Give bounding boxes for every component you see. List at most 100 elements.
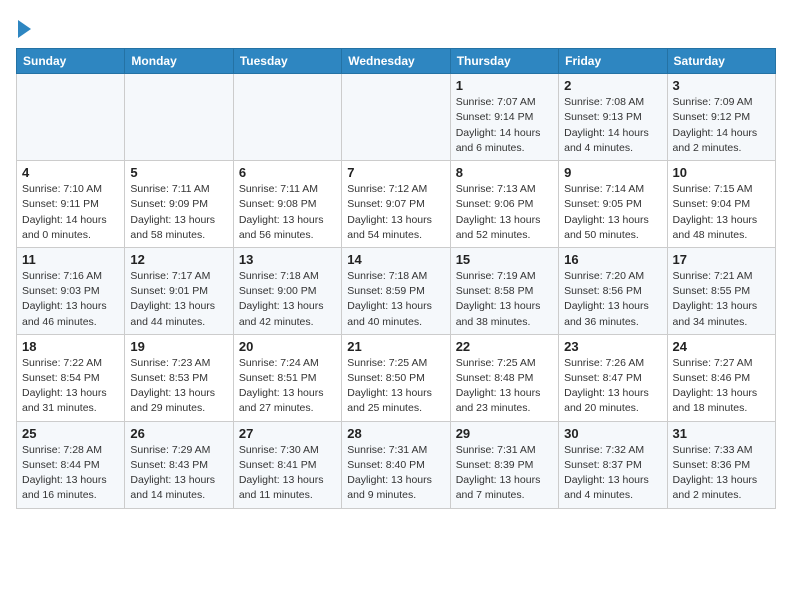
day-number: 3 (673, 78, 770, 93)
day-number: 19 (130, 339, 227, 354)
day-number: 7 (347, 165, 444, 180)
calendar-cell (17, 74, 125, 161)
day-number: 4 (22, 165, 119, 180)
header-friday: Friday (559, 49, 667, 74)
day-number: 28 (347, 426, 444, 441)
day-number: 5 (130, 165, 227, 180)
day-info: Sunrise: 7:18 AMSunset: 9:00 PMDaylight:… (239, 269, 336, 330)
day-info: Sunrise: 7:16 AMSunset: 9:03 PMDaylight:… (22, 269, 119, 330)
calendar-cell: 24Sunrise: 7:27 AMSunset: 8:46 PMDayligh… (667, 334, 775, 421)
day-info: Sunrise: 7:11 AMSunset: 9:09 PMDaylight:… (130, 182, 227, 243)
calendar-cell: 31Sunrise: 7:33 AMSunset: 8:36 PMDayligh… (667, 421, 775, 508)
day-info: Sunrise: 7:31 AMSunset: 8:39 PMDaylight:… (456, 443, 553, 504)
day-info: Sunrise: 7:14 AMSunset: 9:05 PMDaylight:… (564, 182, 661, 243)
day-number: 26 (130, 426, 227, 441)
calendar-cell: 4 Sunrise: 7:10 AMSunset: 9:11 PMDaylight… (17, 161, 125, 248)
day-info: Sunrise: 7:17 AMSunset: 9:01 PMDaylight:… (130, 269, 227, 330)
calendar-cell: 23 Sunrise: 7:26 AMSunset: 8:47 PMDayligh… (559, 334, 667, 421)
day-number: 27 (239, 426, 336, 441)
day-number: 10 (673, 165, 770, 180)
day-info: Sunrise: 7:28 AMSunset: 8:44 PMDaylight:… (22, 443, 119, 504)
calendar-cell: 3 Sunrise: 7:09 AMSunset: 9:12 PMDaylight… (667, 74, 775, 161)
day-number: 2 (564, 78, 661, 93)
day-info: Sunrise: 7:18 AMSunset: 8:59 PMDaylight:… (347, 269, 444, 330)
day-info: Sunrise: 7:15 AMSunset: 9:04 PMDaylight:… (673, 182, 770, 243)
day-info: Sunrise: 7:10 AMSunset: 9:11 PMDaylight:… (22, 182, 119, 243)
day-info: Sunrise: 7:29 AMSunset: 8:43 PMDaylight:… (130, 443, 227, 504)
header-sunday: Sunday (17, 49, 125, 74)
day-number: 17 (673, 252, 770, 267)
day-info: Sunrise: 7:31 AMSunset: 8:40 PMDaylight:… (347, 443, 444, 504)
calendar-cell: 8 Sunrise: 7:13 AMSunset: 9:06 PMDaylight… (450, 161, 558, 248)
calendar-cell (342, 74, 450, 161)
day-number: 23 (564, 339, 661, 354)
calendar-cell: 14 Sunrise: 7:18 AMSunset: 8:59 PMDayligh… (342, 247, 450, 334)
calendar-cell: 15 Sunrise: 7:19 AMSunset: 8:58 PMDayligh… (450, 247, 558, 334)
header-thursday: Thursday (450, 49, 558, 74)
day-info: Sunrise: 7:23 AMSunset: 8:53 PMDaylight:… (130, 356, 227, 417)
day-number: 14 (347, 252, 444, 267)
day-info: Sunrise: 7:30 AMSunset: 8:41 PMDaylight:… (239, 443, 336, 504)
day-number: 8 (456, 165, 553, 180)
calendar-header-row: SundayMondayTuesdayWednesdayThursdayFrid… (17, 49, 776, 74)
day-number: 22 (456, 339, 553, 354)
day-info: Sunrise: 7:26 AMSunset: 8:47 PMDaylight:… (564, 356, 661, 417)
day-info: Sunrise: 7:22 AMSunset: 8:54 PMDaylight:… (22, 356, 119, 417)
calendar-cell: 30 Sunrise: 7:32 AMSunset: 8:37 PMDayligh… (559, 421, 667, 508)
calendar-cell: 5 Sunrise: 7:11 AMSunset: 9:09 PMDaylight… (125, 161, 233, 248)
day-info: Sunrise: 7:08 AMSunset: 9:13 PMDaylight:… (564, 95, 661, 156)
day-number: 29 (456, 426, 553, 441)
day-info: Sunrise: 7:32 AMSunset: 8:37 PMDaylight:… (564, 443, 661, 504)
calendar-cell: 19 Sunrise: 7:23 AMSunset: 8:53 PMDayligh… (125, 334, 233, 421)
logo (16, 16, 31, 38)
calendar-cell: 2 Sunrise: 7:08 AMSunset: 9:13 PMDaylight… (559, 74, 667, 161)
calendar-cell: 21 Sunrise: 7:25 AMSunset: 8:50 PMDayligh… (342, 334, 450, 421)
logo-arrow-icon (18, 20, 31, 38)
calendar-cell: 29 Sunrise: 7:31 AMSunset: 8:39 PMDayligh… (450, 421, 558, 508)
logo-text (16, 16, 31, 40)
calendar-cell: 20Sunrise: 7:24 AMSunset: 8:51 PMDayligh… (233, 334, 341, 421)
day-info: Sunrise: 7:19 AMSunset: 8:58 PMDaylight:… (456, 269, 553, 330)
calendar-cell: 9 Sunrise: 7:14 AMSunset: 9:05 PMDaylight… (559, 161, 667, 248)
day-number: 24 (673, 339, 770, 354)
day-number: 30 (564, 426, 661, 441)
calendar-week-3: 11Sunrise: 7:16 AMSunset: 9:03 PMDayligh… (17, 247, 776, 334)
header (16, 16, 776, 38)
day-number: 18 (22, 339, 119, 354)
day-number: 6 (239, 165, 336, 180)
calendar-cell: 26 Sunrise: 7:29 AMSunset: 8:43 PMDayligh… (125, 421, 233, 508)
calendar-cell: 27 Sunrise: 7:30 AMSunset: 8:41 PMDayligh… (233, 421, 341, 508)
calendar-cell: 6 Sunrise: 7:11 AMSunset: 9:08 PMDaylight… (233, 161, 341, 248)
header-tuesday: Tuesday (233, 49, 341, 74)
header-monday: Monday (125, 49, 233, 74)
day-number: 21 (347, 339, 444, 354)
day-number: 9 (564, 165, 661, 180)
day-number: 15 (456, 252, 553, 267)
day-number: 13 (239, 252, 336, 267)
header-wednesday: Wednesday (342, 49, 450, 74)
day-info: Sunrise: 7:20 AMSunset: 8:56 PMDaylight:… (564, 269, 661, 330)
calendar-week-1: 1Sunrise: 7:07 AMSunset: 9:14 PMDaylight… (17, 74, 776, 161)
calendar-cell: 16Sunrise: 7:20 AMSunset: 8:56 PMDayligh… (559, 247, 667, 334)
calendar-cell: 7 Sunrise: 7:12 AMSunset: 9:07 PMDaylight… (342, 161, 450, 248)
calendar-cell: 25 Sunrise: 7:28 AMSunset: 8:44 PMDayligh… (17, 421, 125, 508)
day-info: Sunrise: 7:11 AMSunset: 9:08 PMDaylight:… (239, 182, 336, 243)
day-info: Sunrise: 7:25 AMSunset: 8:50 PMDaylight:… (347, 356, 444, 417)
page-container: SundayMondayTuesdayWednesdayThursdayFrid… (0, 0, 792, 517)
calendar-cell (125, 74, 233, 161)
day-info: Sunrise: 7:13 AMSunset: 9:06 PMDaylight:… (456, 182, 553, 243)
day-number: 1 (456, 78, 553, 93)
calendar-week-5: 25 Sunrise: 7:28 AMSunset: 8:44 PMDayligh… (17, 421, 776, 508)
header-saturday: Saturday (667, 49, 775, 74)
calendar-cell: 1Sunrise: 7:07 AMSunset: 9:14 PMDaylight… (450, 74, 558, 161)
day-info: Sunrise: 7:12 AMSunset: 9:07 PMDaylight:… (347, 182, 444, 243)
calendar-table: SundayMondayTuesdayWednesdayThursdayFrid… (16, 48, 776, 508)
calendar-cell: 18 Sunrise: 7:22 AMSunset: 8:54 PMDayligh… (17, 334, 125, 421)
calendar-week-2: 4 Sunrise: 7:10 AMSunset: 9:11 PMDaylight… (17, 161, 776, 248)
day-info: Sunrise: 7:21 AMSunset: 8:55 PMDaylight:… (673, 269, 770, 330)
calendar-cell: 13 Sunrise: 7:18 AMSunset: 9:00 PMDayligh… (233, 247, 341, 334)
day-info: Sunrise: 7:24 AMSunset: 8:51 PMDaylight:… (239, 356, 336, 417)
calendar-cell: 12Sunrise: 7:17 AMSunset: 9:01 PMDayligh… (125, 247, 233, 334)
day-info: Sunrise: 7:09 AMSunset: 9:12 PMDaylight:… (673, 95, 770, 156)
day-number: 25 (22, 426, 119, 441)
